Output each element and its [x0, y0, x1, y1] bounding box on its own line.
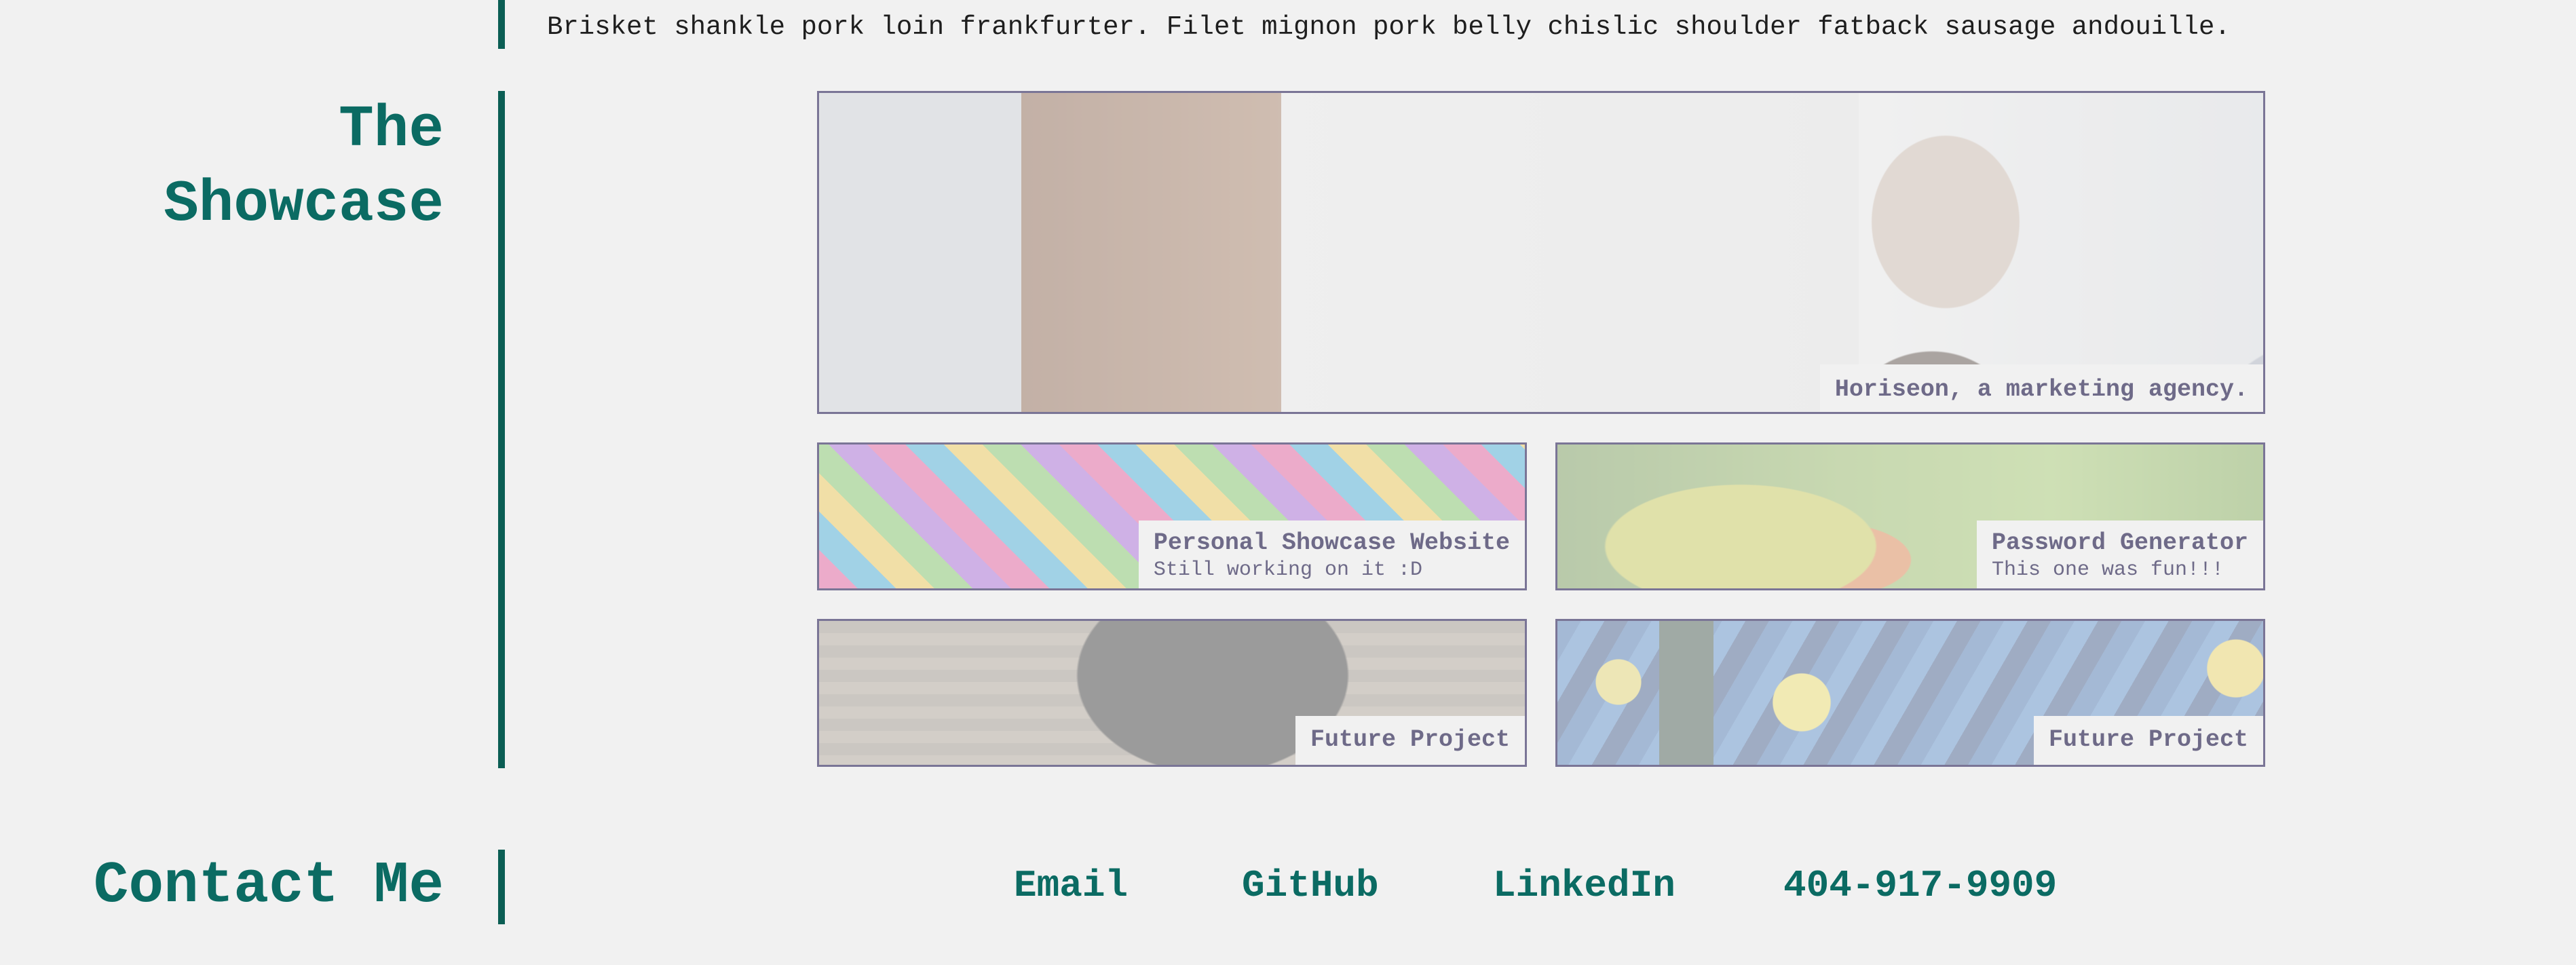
project-caption: Password Generator This one was fun!!!: [1976, 521, 2263, 588]
hero-project-card[interactable]: Horiseon, a marketing agency.: [817, 91, 2265, 414]
hero-project-title: Horiseon, a marketing agency.: [1834, 376, 2248, 403]
contact-link-linkedin[interactable]: LinkedIn: [1493, 862, 1675, 909]
project-card-future-2[interactable]: Future Project: [1555, 619, 2265, 767]
project-caption: Personal Showcase Website Still working …: [1138, 521, 1525, 588]
project-card-future-1[interactable]: Future Project: [817, 619, 1527, 767]
project-title: Password Generator: [1991, 529, 2248, 556]
project-caption: Future Project: [1295, 716, 1525, 765]
showcase-heading: The Showcase: [164, 92, 444, 242]
project-subtitle: This one was fun!!!: [1991, 559, 2224, 582]
project-title: Future Project: [1310, 726, 1510, 753]
showcase-heading-line2: Showcase: [164, 171, 444, 238]
project-card-password-generator[interactable]: Password Generator This one was fun!!!: [1555, 442, 2265, 590]
contact-links: Email GitHub LinkedIn 404-917-9909: [0, 862, 2576, 909]
project-title: Personal Showcase Website: [1153, 529, 1510, 556]
showcase-heading-line1: The: [339, 96, 444, 163]
project-title: Future Project: [2048, 726, 2248, 753]
hero-project-caption: Horiseon, a marketing agency.: [1819, 364, 2263, 412]
showcase-divider: [498, 91, 505, 768]
intro-paragraph: Brisket shankle pork loin frankfurter. F…: [547, 12, 2231, 42]
contact-link-phone[interactable]: 404-917-9909: [1783, 862, 2057, 909]
intro-divider: [498, 0, 505, 49]
project-subtitle: Still working on it :D: [1153, 559, 1422, 582]
contact-link-email[interactable]: Email: [1014, 862, 1128, 909]
project-caption: Future Project: [2033, 716, 2263, 765]
project-card-personal-showcase[interactable]: Personal Showcase Website Still working …: [817, 442, 1527, 590]
contact-link-github[interactable]: GitHub: [1242, 862, 1379, 909]
